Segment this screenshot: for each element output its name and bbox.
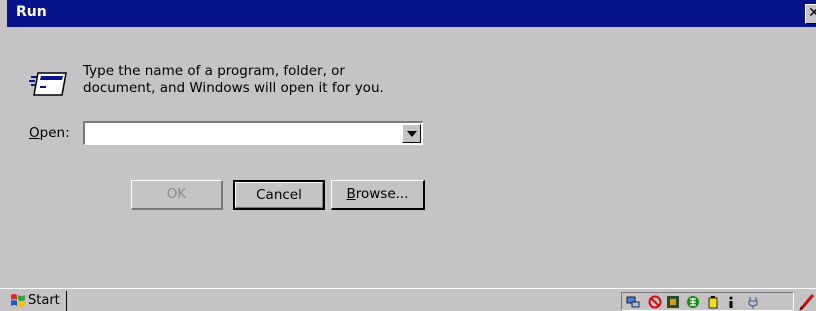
browse-label: rowse... xyxy=(355,186,409,202)
open-input[interactable] xyxy=(87,124,397,142)
close-icon: ✕ xyxy=(808,5,816,21)
power-icon[interactable] xyxy=(746,295,760,309)
pen-icon[interactable] xyxy=(798,292,816,311)
battery-icon[interactable] xyxy=(706,295,720,309)
system-tray xyxy=(621,292,794,311)
info-icon[interactable] xyxy=(724,295,738,309)
cancel-button-label: Cancel xyxy=(235,182,323,208)
taskbar: Start xyxy=(0,288,816,311)
run-icon xyxy=(29,72,67,96)
language-icon[interactable] xyxy=(686,295,700,309)
instruction-line-1: Type the name of a program, folder, or xyxy=(83,63,345,79)
instruction-line-2: document, and Windows will open it for y… xyxy=(83,80,384,96)
open-combobox[interactable] xyxy=(83,121,423,145)
cancel-button[interactable]: Cancel xyxy=(233,180,325,210)
ok-button[interactable]: OK xyxy=(131,180,223,210)
open-label: Open: xyxy=(29,125,70,141)
dropdown-arrow-button[interactable] xyxy=(402,124,421,143)
app-icon[interactable] xyxy=(666,295,680,309)
start-button[interactable]: Start xyxy=(8,291,67,311)
window-title: Run xyxy=(16,4,47,20)
browse-accelerator: B xyxy=(346,186,356,202)
network-icon[interactable] xyxy=(626,295,640,309)
browse-button[interactable]: Browse... xyxy=(331,180,425,210)
open-label-accelerator: O xyxy=(29,125,40,141)
instruction-text: Type the name of a program, folder, or d… xyxy=(83,63,423,97)
no-connection-icon[interactable] xyxy=(648,295,662,309)
close-button[interactable]: ✕ xyxy=(805,4,816,24)
windows-flag-icon xyxy=(11,294,25,307)
run-dialog: Run ✕ Type the name of a program, folder… xyxy=(0,0,816,288)
open-label-text: pen: xyxy=(39,125,70,141)
title-bar[interactable]: Run ✕ xyxy=(7,0,816,27)
start-label: Start xyxy=(28,293,60,308)
